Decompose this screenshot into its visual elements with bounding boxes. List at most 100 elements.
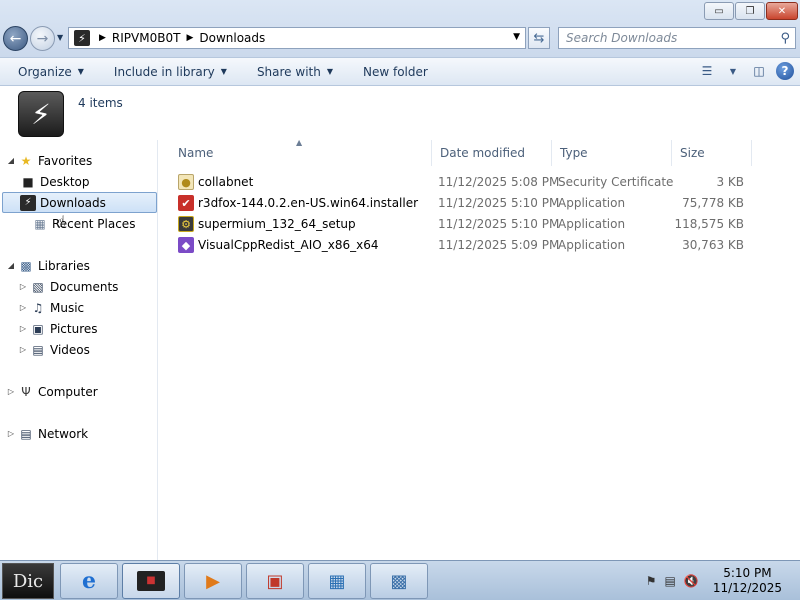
column-header-size-label: Size [680, 146, 705, 160]
nav-desktop[interactable]: ■ Desktop [18, 171, 89, 192]
nav-network[interactable]: ▷ ▤ Network [6, 423, 88, 444]
file-date: 11/12/2025 5:10 PM [438, 196, 560, 210]
nav-videos[interactable]: ▷ ▤ Videos [18, 339, 90, 360]
arrow-right-icon: → [36, 30, 49, 47]
taskbar-control-panel[interactable]: ▦ [308, 563, 366, 599]
refresh-button[interactable]: ⇆ [528, 27, 550, 49]
nav-pictures[interactable]: ▷ ▣ Pictures [18, 318, 98, 339]
include-in-library-menu[interactable]: Include in library ▼ [106, 61, 235, 83]
expanded-arrow-icon[interactable]: ◢ [6, 156, 16, 165]
share-with-menu[interactable]: Share with ▼ [249, 61, 341, 83]
address-bar[interactable]: ⚡ ▶ RIPVM0B0T ▶ Downloads ▼ [68, 27, 526, 49]
taskbar: Dic e ■ ▶ ▣ ▦ ▩ ⚑ ▤ 🔇 5:10 PM 11/12/2025 [0, 560, 800, 600]
file-date: 11/12/2025 5:08 PM [438, 175, 560, 189]
file-type: Application [558, 217, 626, 231]
table-row[interactable]: ● collabnet 11/12/2025 5:08 PM Security … [176, 172, 772, 193]
column-header-name-label: Name [178, 146, 214, 160]
downloads-folder-icon: ⚡ [18, 91, 64, 137]
nav-libraries[interactable]: ◢ ▩ Libraries [6, 255, 90, 276]
recent-pages-dropdown[interactable]: ▼ [57, 33, 63, 42]
r3dfox-installer-icon: ✔ [178, 195, 194, 211]
collapsed-arrow-icon[interactable]: ▷ [6, 429, 16, 438]
file-name: supermium_132_64_setup [198, 217, 356, 231]
file-name: r3dfox-144.0.2.en-US.win64.installer [198, 196, 419, 210]
table-row[interactable]: ⚙ supermium_132_64_setup 11/12/2025 5:10… [176, 214, 772, 235]
chevron-down-icon[interactable]: ▼ [724, 63, 742, 79]
column-header-type[interactable]: Type [552, 140, 672, 166]
music-icon: ♫ [32, 300, 44, 315]
taskbar-media-player[interactable]: ▶ [184, 563, 242, 599]
internet-explorer-icon: e [82, 568, 96, 594]
start-button[interactable]: Dic [2, 563, 54, 599]
nav-computer-label: Computer [38, 384, 98, 399]
command-bar: Organize ▼ Include in library ▼ Share with… [0, 58, 800, 86]
collapsed-arrow-icon[interactable]: ▷ [18, 303, 28, 312]
clock-time: 5:10 PM [723, 566, 772, 580]
item-count: 4 items [78, 96, 123, 110]
minimize-button[interactable]: ▭ [704, 2, 734, 20]
taskbar-explorer-downloads[interactable]: ■ [122, 563, 180, 599]
table-row[interactable]: ✔ r3dfox-144.0.2.en-US.win64.installer 1… [176, 193, 772, 214]
collapsed-arrow-icon[interactable]: ▷ [18, 324, 28, 333]
navigation-pane: ◢ ★ Favorites ■ Desktop ⚡ Downloads ▦ Re… [0, 140, 158, 560]
collapsed-arrow-icon[interactable]: ▷ [18, 345, 28, 354]
breadcrumb-downloads[interactable]: Downloads [199, 31, 265, 45]
expanded-arrow-icon[interactable]: ◢ [6, 261, 16, 270]
volume-muted-icon[interactable]: 🔇 [684, 574, 699, 588]
nav-network-label: Network [38, 426, 89, 441]
nav-music[interactable]: ▷ ♫ Music [18, 297, 84, 318]
back-button[interactable]: ← [3, 26, 28, 51]
nav-documents[interactable]: ▷ ▧ Documents [18, 276, 119, 297]
nav-computer[interactable]: ▷ Ψ Computer [6, 381, 98, 402]
file-type: Application [558, 238, 626, 252]
network-icon: ▤ [20, 426, 32, 441]
taskbar-toolbox[interactable]: ▣ [246, 563, 304, 599]
network-status-icon[interactable]: ▤ [665, 574, 676, 588]
installer-icon: ▩ [390, 570, 408, 592]
nav-documents-label: Documents [50, 279, 119, 294]
search-input[interactable]: Search Downloads ⚲ [558, 27, 796, 49]
explorer-window-icon: ■ [137, 571, 165, 591]
breadcrumb-computer[interactable]: RIPVM0B0T [112, 31, 181, 45]
search-icon[interactable]: ⚲ [780, 31, 790, 46]
chevron-right-icon[interactable]: ▶ [99, 33, 106, 43]
organize-menu[interactable]: Organize ▼ [10, 61, 92, 83]
preview-pane-icon[interactable]: ◫ [750, 63, 768, 79]
downloads-icon: ⚡ [20, 194, 36, 211]
column-header-name[interactable]: Name [170, 140, 432, 166]
forward-button[interactable]: → [30, 26, 55, 51]
documents-icon: ▧ [32, 279, 44, 294]
star-icon: ★ [20, 153, 32, 168]
include-in-library-label: Include in library [113, 64, 215, 79]
certificate-icon: ● [178, 174, 194, 190]
taskbar-installer[interactable]: ▩ [370, 563, 428, 599]
close-button[interactable]: ✕ [766, 2, 798, 20]
collapsed-arrow-icon[interactable]: ▷ [6, 387, 16, 396]
column-header-size[interactable]: Size [672, 140, 752, 166]
file-type: Application [558, 196, 626, 210]
nav-recent-places[interactable]: ▦ Recent Places [30, 213, 135, 234]
flag-icon[interactable]: ⚑ [646, 574, 657, 588]
file-size: 118,575 KB [674, 217, 744, 231]
new-folder-button[interactable]: New folder [355, 61, 436, 83]
collapsed-arrow-icon[interactable]: ▷ [18, 282, 28, 291]
maximize-button[interactable]: ❐ [735, 2, 765, 20]
toolbox-icon: ▣ [266, 570, 284, 592]
column-header-date-modified[interactable]: Date modified [432, 140, 552, 166]
change-view-icon[interactable]: ☰ [698, 63, 716, 79]
nav-favorites-label: Favorites [38, 153, 93, 168]
column-header-type-label: Type [560, 146, 588, 160]
clock[interactable]: 5:10 PM 11/12/2025 [713, 566, 782, 596]
address-history-dropdown[interactable]: ▼ [513, 32, 520, 42]
help-icon[interactable]: ? [776, 62, 794, 80]
downloads-folder-icon: ⚡ [74, 30, 90, 46]
nav-favorites[interactable]: ◢ ★ Favorites [6, 150, 92, 171]
nav-downloads[interactable]: ⚡ Downloads [2, 192, 157, 213]
file-name: VisualCppRedist_AIO_x86_x64 [198, 238, 379, 252]
taskbar-internet-explorer[interactable]: e [60, 563, 118, 599]
chevron-right-icon[interactable]: ▶ [186, 33, 193, 43]
table-row[interactable]: ◆ VisualCppRedist_AIO_x86_x64 11/12/2025… [176, 235, 772, 256]
title-bar: ▭ ❐ ✕ ← → ▼ ⚡ ▶ RIPVM0B0T ▶ Downloads ▼ … [0, 0, 800, 58]
organize-label: Organize [18, 64, 72, 79]
window-controls: ▭ ❐ ✕ [704, 2, 798, 20]
